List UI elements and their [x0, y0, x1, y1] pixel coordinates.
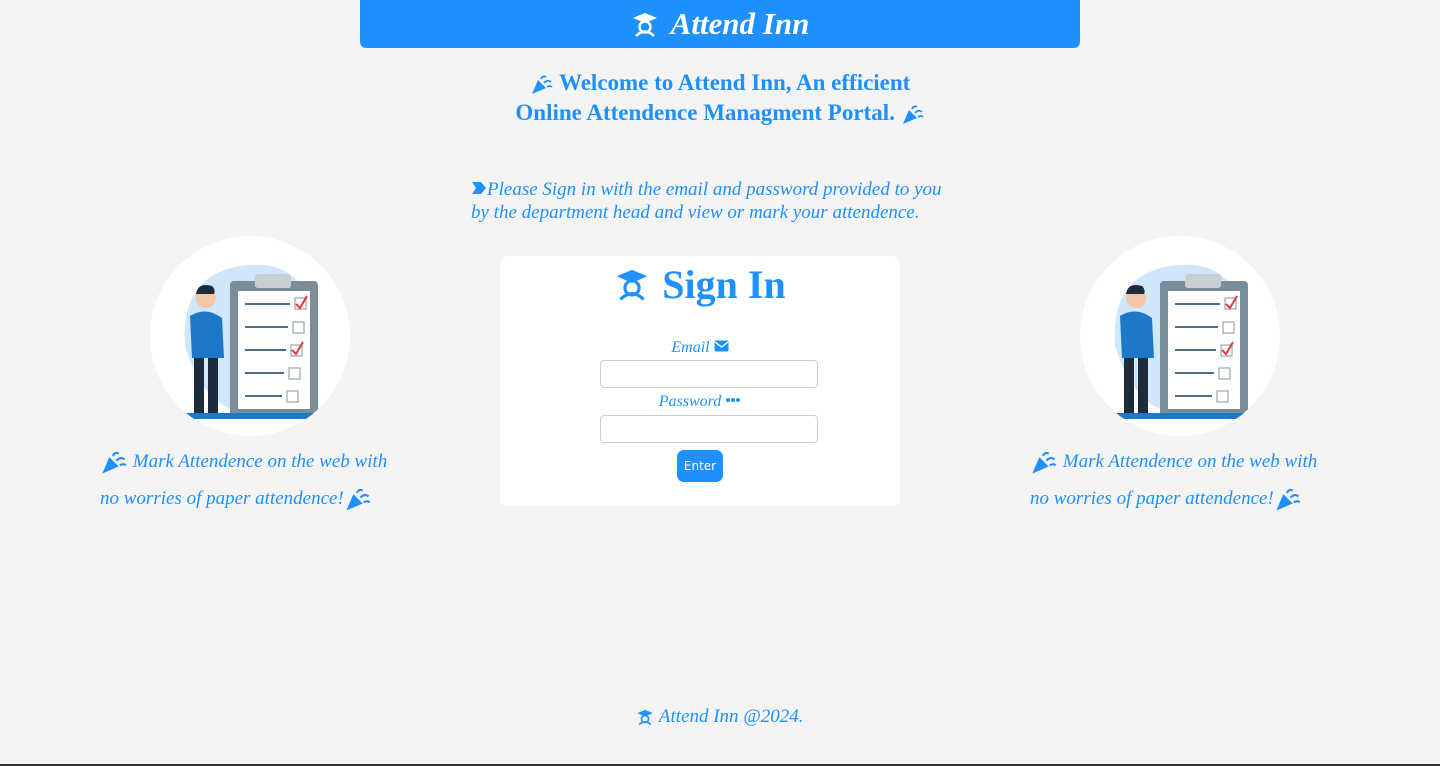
instruction-line-2: by the department head and view or mark …	[471, 202, 920, 223]
party-popper-icon	[1032, 451, 1057, 474]
password-dots-icon	[726, 398, 741, 402]
chevron-tag-icon	[472, 182, 486, 194]
right-tagline-line-1: Mark Attendence on the web with	[1062, 451, 1318, 472]
instruction-line-1: Please Sign in with the email and passwo…	[487, 179, 942, 200]
right-tagline-line-2: no worries of paper attendence!	[1030, 488, 1274, 509]
graduate-icon	[637, 709, 654, 726]
left-tagline-line-1: Mark Attendence on the web with	[132, 451, 388, 472]
checklist-illustration	[150, 236, 350, 436]
signin-title: Sign In	[500, 256, 900, 312]
party-popper-icon	[346, 488, 371, 511]
footer-text: Attend Inn @2024.	[658, 706, 804, 727]
password-input[interactable]	[600, 415, 818, 443]
right-tagline: Mark Attendence on the web with no worri…	[1030, 443, 1360, 517]
email-label-text: Email	[671, 339, 710, 356]
left-tagline: Mark Attendence on the web with no worri…	[100, 443, 430, 517]
enter-button[interactable]: Enter	[677, 450, 723, 482]
password-label: Password	[500, 393, 900, 411]
welcome-line-1: Welcome to Attend Inn, An efficient	[558, 70, 911, 95]
header-bar: Attend Inn	[360, 0, 1080, 48]
party-popper-icon	[102, 451, 127, 474]
party-popper-icon	[1276, 488, 1301, 511]
welcome-line-2: Online Attendence Managment Portal.	[515, 100, 895, 125]
left-tagline-line-2: no worries of paper attendence!	[100, 488, 344, 509]
party-popper-icon	[902, 105, 924, 124]
signin-card: Sign In Email Password Enter	[500, 256, 900, 506]
graduate-icon	[616, 269, 648, 301]
graduate-icon	[632, 13, 657, 37]
signin-title-text: Sign In	[662, 261, 786, 307]
welcome-message: Welcome to Attend Inn, An efficient Onli…	[0, 68, 1440, 128]
checklist-illustration	[1080, 236, 1280, 436]
signin-instruction: Please Sign in with the email and passwo…	[471, 178, 991, 224]
party-popper-icon	[531, 75, 553, 94]
brand-title: Attend Inn	[670, 6, 810, 41]
email-input[interactable]	[600, 360, 818, 388]
envelope-icon	[714, 340, 729, 352]
email-label: Email	[500, 339, 900, 357]
footer: Attend Inn @2024.	[0, 706, 1440, 728]
password-label-text: Password	[658, 393, 722, 410]
